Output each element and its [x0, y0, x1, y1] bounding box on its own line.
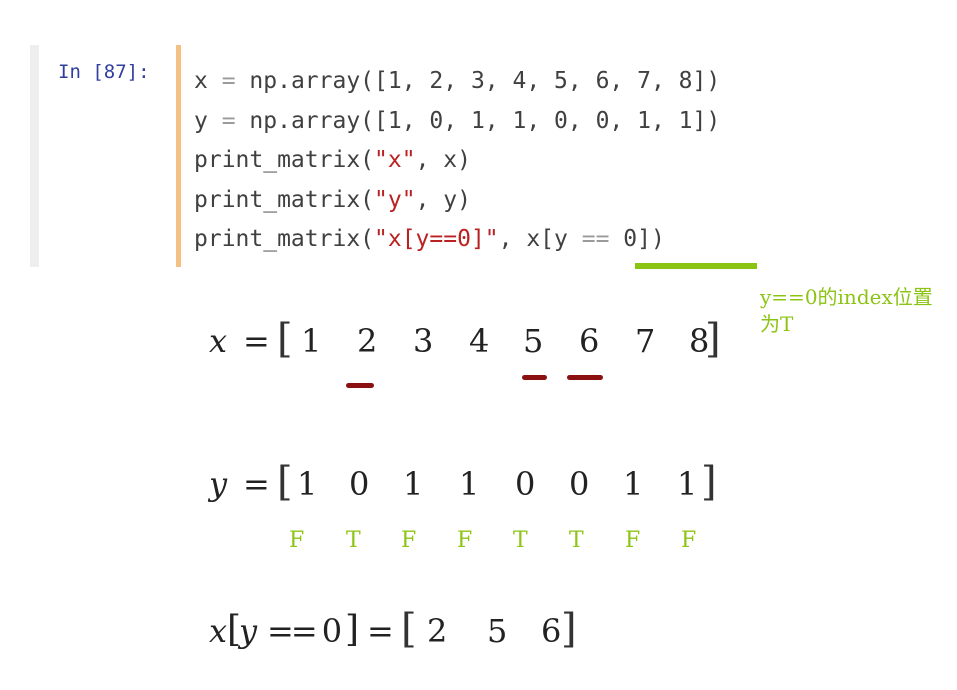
red-underline-mark [346, 383, 374, 388]
code-line[interactable]: print_matrix("x", x) [194, 141, 720, 181]
y-element: 1 [623, 465, 644, 503]
code-string: "y" [374, 186, 416, 213]
math-equals: = [243, 465, 270, 503]
code-token: print_matrix( [194, 186, 375, 213]
cell-prompt: In [87]: [58, 61, 150, 83]
y-element: 1 [297, 465, 318, 503]
code-token: == [581, 226, 610, 252]
math-var-y: y [209, 465, 228, 503]
code-cell-border [176, 45, 181, 267]
result-element: 6 [541, 612, 562, 650]
code-string: "x" [374, 147, 416, 173]
math-bracket-left: [ [277, 459, 293, 505]
math-bracket-left: [ [277, 316, 293, 362]
math-x-vector: x = [ ] 12345678 [205, 316, 725, 366]
tf-label: F [681, 528, 697, 553]
math-equals: = [243, 322, 270, 360]
tf-label: T [569, 528, 584, 553]
math-equals: = [367, 612, 394, 650]
code-line[interactable]: print_matrix("x[y==0]", x[y == 0]) [194, 220, 720, 260]
code-string: "x[y==0]" [374, 226, 499, 252]
result-element: 5 [487, 612, 508, 650]
y-element: 0 [569, 465, 590, 503]
x-element: 8 [689, 322, 710, 360]
red-underline-mark [567, 375, 603, 380]
code-token: np.array([1, 0, 1, 1, 0, 0, 1, 1]) [235, 107, 721, 134]
x-element: 7 [635, 322, 656, 360]
code-line[interactable]: x = np.array([1, 2, 3, 4, 5, 6, 7, 8]) [194, 62, 720, 102]
code-token: 0]) [609, 226, 665, 252]
red-underline-mark [522, 375, 547, 380]
y-element: 0 [515, 465, 536, 503]
y-element: 1 [403, 465, 424, 503]
tf-label: T [346, 528, 361, 553]
math-bracket-left: [ [401, 606, 417, 652]
x-element: 5 [523, 322, 544, 360]
x-element: 4 [469, 322, 490, 360]
math-bracket-right: ] [701, 459, 717, 505]
math-var-y: y [239, 612, 258, 650]
annotation-note: y==0的index位置为T [760, 285, 933, 336]
x-element: 6 [579, 322, 600, 360]
math-result: x [ y == 0 ] = [ ] 256 [205, 606, 605, 656]
x-element: 1 [301, 322, 322, 360]
tf-label: T [513, 528, 528, 553]
code-token: , y) [415, 186, 471, 213]
math-condition: == 0 [267, 612, 342, 650]
result-element: 2 [427, 612, 448, 650]
code-token: = [221, 68, 236, 94]
code-token: , x[y [498, 226, 582, 252]
math-bracket-right: ] [561, 606, 577, 652]
tf-label: F [457, 528, 473, 553]
code-line[interactable]: y = np.array([1, 0, 1, 1, 0, 0, 1, 1]) [194, 102, 720, 142]
tf-label: F [289, 528, 305, 553]
tf-label: F [401, 528, 417, 553]
y-element: 1 [459, 465, 480, 503]
code-token: , x) [415, 147, 471, 173]
math-var-x: x [209, 322, 228, 360]
code-token: print_matrix( [194, 226, 375, 252]
x-element: 3 [413, 322, 434, 360]
math-y-vector: y = [ ] 10110011 [205, 459, 725, 509]
code-token: print_matrix( [194, 147, 375, 173]
math-bracket-right: ] [345, 609, 360, 650]
code-token: y [194, 107, 222, 134]
code-line[interactable]: print_matrix("y", y) [194, 181, 720, 221]
x-element: 2 [357, 322, 378, 360]
math-var-x: x [209, 612, 228, 650]
y-element: 1 [677, 465, 698, 503]
tf-label: F [625, 528, 641, 553]
code-token: x [194, 68, 222, 94]
cell-gutter [30, 45, 39, 267]
code-token: = [221, 107, 236, 134]
code-token: np.array([1, 2, 3, 4, 5, 6, 7, 8]) [235, 68, 721, 94]
y-element: 0 [349, 465, 370, 503]
highlight-underline [635, 263, 757, 269]
code-editor[interactable]: x = np.array([1, 2, 3, 4, 5, 6, 7, 8]) y … [194, 62, 720, 260]
